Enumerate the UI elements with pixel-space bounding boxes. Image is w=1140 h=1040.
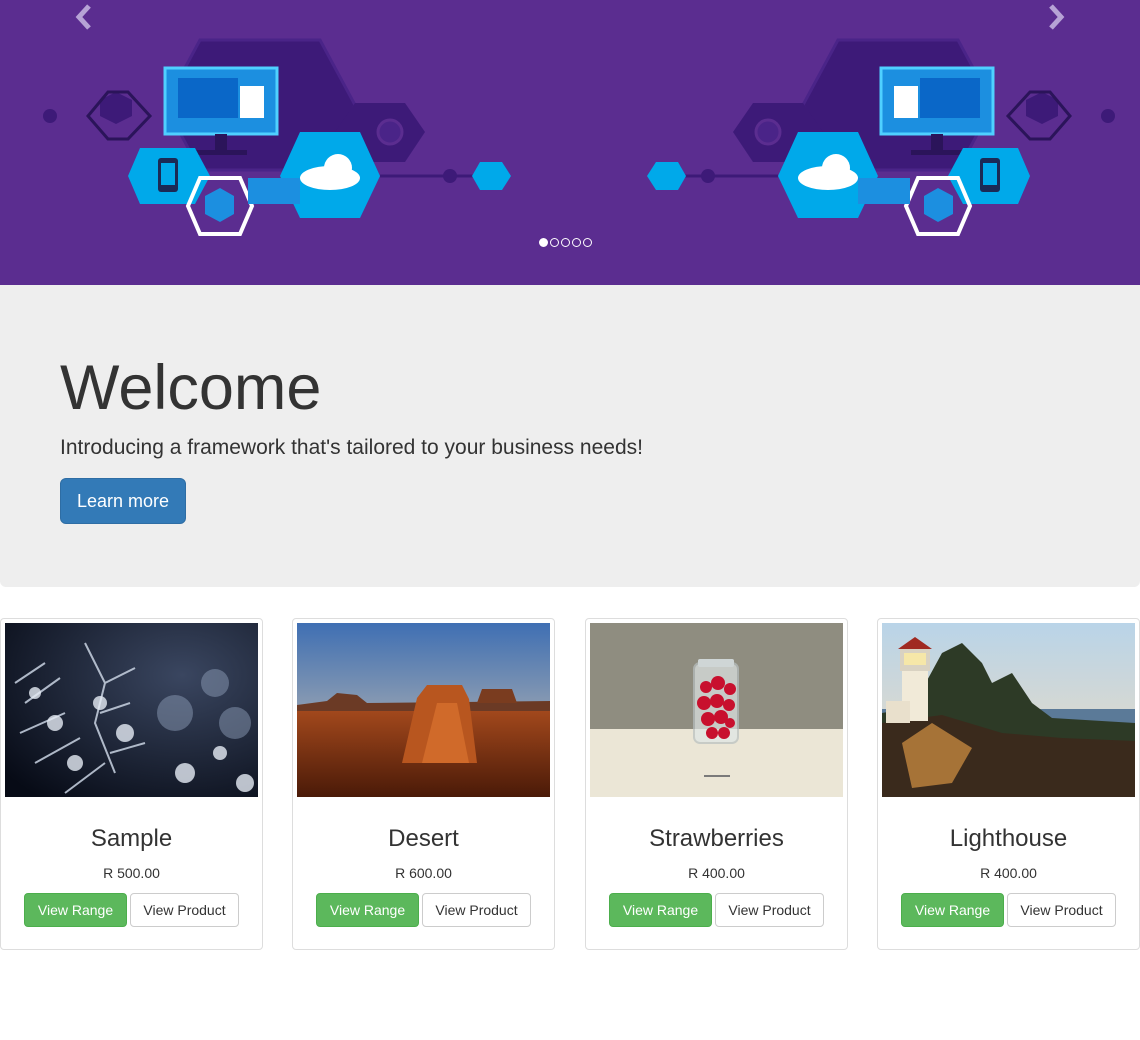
carousel-indicator-3[interactable] (561, 238, 570, 247)
carousel-indicator-4[interactable] (572, 238, 581, 247)
product-image-lighthouse (882, 623, 1135, 797)
product-card: Strawberries R 400.00 View Range View Pr… (585, 618, 848, 950)
carousel-next-button[interactable] (1036, 0, 1076, 34)
product-price: R 400.00 (980, 865, 1037, 881)
product-price: R 600.00 (395, 865, 452, 881)
carousel-indicator-5[interactable] (583, 238, 592, 247)
product-title: Strawberries (649, 825, 784, 852)
view-range-button[interactable]: View Range (609, 893, 712, 927)
view-product-button[interactable]: View Product (715, 893, 824, 927)
product-image-strawberries (590, 623, 843, 797)
carousel-indicators (539, 238, 592, 247)
product-image-desert (297, 623, 550, 797)
product-card: Desert R 600.00 View Range View Product (292, 618, 555, 950)
carousel-indicator-1[interactable] (539, 238, 548, 247)
view-product-button[interactable]: View Product (422, 893, 531, 927)
view-product-button[interactable]: View Product (130, 893, 239, 927)
view-range-button[interactable]: View Range (24, 893, 127, 927)
product-title: Desert (388, 825, 459, 852)
carousel-indicator-2[interactable] (550, 238, 559, 247)
chevron-left-icon (75, 4, 91, 30)
view-range-button[interactable]: View Range (901, 893, 1004, 927)
view-range-button[interactable]: View Range (316, 893, 419, 927)
product-price: R 400.00 (688, 865, 745, 881)
learn-more-button[interactable]: Learn more (60, 478, 186, 524)
carousel-prev-button[interactable] (64, 0, 104, 34)
welcome-heading: Welcome (60, 353, 322, 423)
chevron-right-icon (1049, 4, 1065, 30)
hero-carousel (0, 0, 1140, 285)
welcome-lead-text: Introducing a framework that's tailored … (60, 436, 643, 459)
product-image-sample (5, 623, 258, 797)
product-card: Lighthouse R 400.00 View Range View Prod… (877, 618, 1140, 950)
product-title: Lighthouse (949, 825, 1068, 852)
product-title: Sample (90, 825, 173, 852)
product-price: R 500.00 (103, 865, 160, 881)
product-card: Sample R 500.00 View Range View Product (0, 618, 263, 950)
view-product-button[interactable]: View Product (1007, 893, 1116, 927)
